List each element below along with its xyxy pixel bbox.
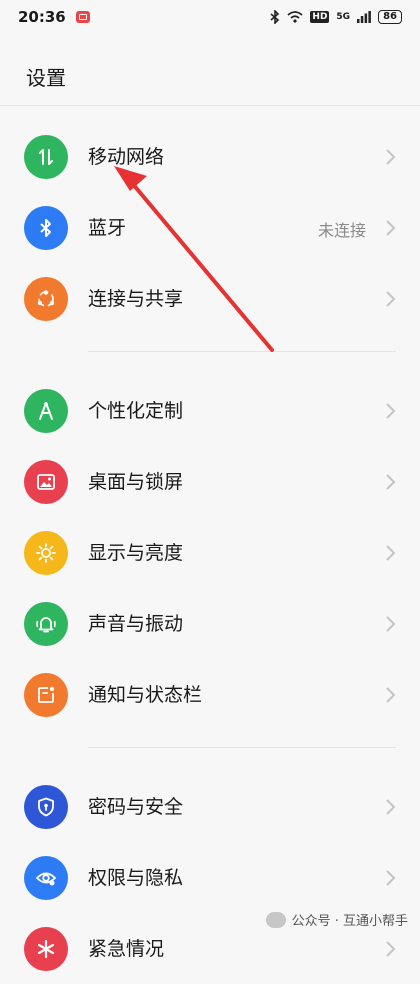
setting-label: 连接与共享	[88, 288, 184, 310]
setting-label: 桌面与锁屏	[88, 471, 184, 493]
setting-connection-sharing[interactable]: 连接与共享	[0, 263, 420, 334]
setting-wallpaper-lockscreen[interactable]: 桌面与锁屏	[0, 446, 420, 517]
watermark-text: 公众号 · 互通小帮手	[291, 914, 408, 929]
share-icon	[24, 277, 68, 321]
setting-label: 权限与隐私	[88, 867, 184, 889]
group-spacer	[0, 334, 420, 375]
mobile-data-icon	[24, 135, 68, 179]
title-divider	[0, 105, 420, 106]
setting-label: 移动网络	[88, 146, 165, 168]
brightness-icon	[24, 531, 68, 575]
setting-label: 密码与安全	[88, 796, 184, 818]
bell-icon	[24, 602, 68, 646]
group-divider	[88, 351, 396, 352]
bluetooth-status-icon	[270, 10, 280, 24]
signal-icon	[357, 11, 371, 23]
setting-label: 显示与亮度	[88, 542, 184, 564]
setting-password-security[interactable]: 密码与安全	[0, 771, 420, 842]
setting-display-brightness[interactable]: 显示与亮度	[0, 517, 420, 588]
chevron-right-icon	[386, 870, 396, 886]
setting-notifications-statusbar[interactable]: 通知与状态栏	[0, 659, 420, 730]
setting-mobile-network[interactable]: 移动网络	[0, 121, 420, 192]
bluetooth-icon	[24, 206, 68, 250]
setting-bluetooth[interactable]: 蓝牙 未连接	[0, 192, 420, 263]
network-type: 5G	[336, 12, 351, 22]
status-bar: 20:36 HD 5G 86	[0, 0, 420, 34]
bluetooth-status: 未连接	[317, 221, 366, 240]
setting-label: 蓝牙	[88, 217, 127, 239]
chevron-right-icon	[386, 149, 396, 165]
wifi-icon	[287, 11, 303, 23]
status-time: 20:36	[18, 8, 66, 26]
eye-icon	[24, 856, 68, 900]
notification-icon	[24, 673, 68, 717]
wechat-icon	[265, 911, 286, 928]
setting-sound-vibration[interactable]: 声音与振动	[0, 588, 420, 659]
emergency-icon	[24, 927, 68, 971]
chevron-right-icon	[386, 545, 396, 561]
compass-icon	[24, 389, 68, 433]
battery-indicator: 86	[378, 10, 402, 24]
setting-label: 声音与振动	[88, 613, 184, 635]
chevron-right-icon	[386, 941, 396, 957]
chevron-right-icon	[386, 474, 396, 490]
setting-label: 通知与状态栏	[88, 684, 203, 706]
setting-label: 紧急情况	[88, 938, 165, 960]
page-title: 设置	[26, 66, 66, 90]
settings-list: 移动网络 蓝牙 未连接 连接与共享 个性化定制 桌面与锁屏 显示与亮度 声音与振…	[0, 121, 420, 984]
chevron-right-icon	[386, 403, 396, 419]
chevron-right-icon	[386, 291, 396, 307]
hd-badge: HD	[310, 11, 330, 23]
chevron-right-icon	[386, 687, 396, 703]
watermark: 公众号 · 互通小帮手	[265, 910, 408, 929]
chevron-right-icon	[386, 616, 396, 632]
chevron-right-icon	[386, 220, 396, 236]
picture-icon	[24, 460, 68, 504]
setting-personalization[interactable]: 个性化定制	[0, 375, 420, 446]
shield-icon	[24, 785, 68, 829]
group-divider	[88, 747, 396, 748]
screen-record-icon	[75, 11, 90, 23]
setting-permissions-privacy[interactable]: 权限与隐私	[0, 842, 420, 913]
chevron-right-icon	[386, 799, 396, 815]
setting-label: 个性化定制	[88, 400, 184, 422]
group-spacer	[0, 730, 420, 771]
